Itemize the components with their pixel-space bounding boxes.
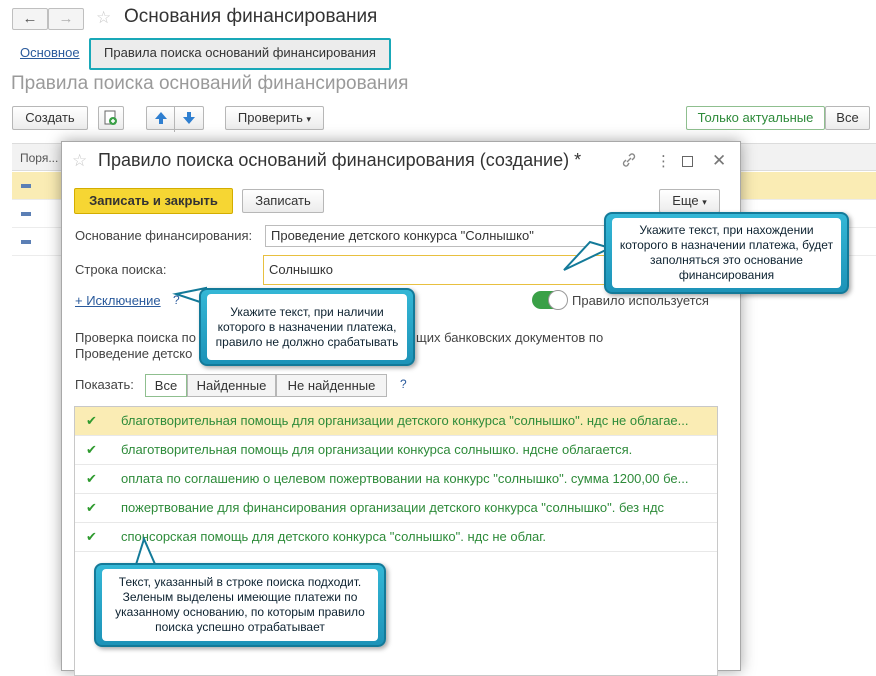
check-description-2: Проведение детско — [75, 346, 193, 361]
dialog-title: Правило поиска оснований финансирования … — [98, 150, 582, 170]
maximize-icon[interactable] — [682, 154, 693, 171]
check-description-1b: щих банковских документов по — [416, 330, 604, 345]
chevron-down-icon: ▾ — [702, 197, 707, 207]
check-icon: ✔ — [86, 471, 97, 486]
check-icon: ✔ — [86, 500, 97, 515]
row-marker-icon — [21, 212, 31, 216]
basis-label: Основание финансирования: — [75, 228, 253, 243]
section-title: Правила поиска оснований финансирования — [11, 73, 409, 94]
filter-found[interactable]: Найденные — [187, 374, 276, 397]
create-button[interactable]: Создать — [12, 106, 88, 130]
row-marker-icon — [21, 240, 31, 244]
check-button[interactable]: Проверить ▾ — [225, 106, 324, 130]
arrow-down-icon — [183, 112, 195, 124]
favorite-star-icon[interactable]: ☆ — [96, 8, 111, 28]
help-icon[interactable]: ? — [400, 377, 407, 391]
search-hint-callout: Укажите текст, при нахождении которого в… — [604, 212, 849, 294]
toggle-knob — [548, 290, 568, 310]
link-icon[interactable] — [621, 152, 637, 172]
arrow-up-icon — [154, 112, 167, 124]
back-button[interactable]: ← — [12, 8, 48, 30]
list-item[interactable]: ✔ благотворительная помощь для организац… — [75, 436, 717, 465]
move-down-button[interactable] — [175, 107, 203, 132]
rule-used-label: Правило используется — [572, 293, 709, 308]
document-add-icon — [104, 110, 117, 125]
save-close-button[interactable]: Записать и закрыть — [74, 188, 233, 214]
move-buttons — [146, 106, 204, 132]
all-toggle[interactable]: Все — [825, 106, 870, 130]
move-up-button[interactable] — [147, 107, 175, 132]
column-order[interactable]: Поря... — [20, 151, 58, 165]
copy-button[interactable] — [98, 106, 124, 130]
show-label: Показать: — [75, 377, 134, 392]
more-button[interactable]: Еще ▾ — [659, 189, 720, 213]
tab-main[interactable]: Основное — [20, 45, 80, 60]
list-item[interactable]: ✔ спонсорская помощь для детского конкур… — [75, 523, 717, 552]
row-marker-icon — [21, 184, 31, 188]
exclusion-hint-callout: Укажите текст, при наличии которого в на… — [199, 288, 415, 366]
basis-field[interactable]: Проведение детского конкурса "Солнышко" — [265, 225, 605, 247]
favorite-star-icon[interactable]: ☆ — [72, 151, 87, 171]
chevron-down-icon: ▾ — [306, 114, 312, 124]
more-vertical-icon[interactable]: ⋮ — [656, 152, 671, 170]
add-exclusion-link[interactable]: + Исключение — [75, 293, 161, 308]
page-title: Основания финансирования — [124, 6, 378, 27]
tab-search-rules[interactable]: Правила поиска оснований финансирования — [89, 38, 391, 70]
check-icon: ✔ — [86, 442, 97, 457]
close-icon[interactable]: ✕ — [712, 151, 726, 171]
result-hint-callout: Текст, указанный в строке поиска подходи… — [94, 563, 386, 647]
filter-not-found[interactable]: Не найденные — [276, 374, 387, 397]
list-item[interactable]: ✔ оплата по соглашению о целевом пожертв… — [75, 465, 717, 494]
list-item[interactable]: ✔ пожертвование для финансирования орган… — [75, 494, 717, 523]
search-label: Строка поиска: — [75, 262, 167, 277]
list-item[interactable]: ✔ благотворительная помощь для организац… — [75, 407, 717, 436]
filter-all[interactable]: Все — [145, 374, 187, 397]
check-description-1: Проверка поиска по — [75, 330, 196, 345]
forward-button[interactable]: → — [48, 8, 84, 30]
check-icon: ✔ — [86, 413, 97, 428]
rule-used-toggle[interactable] — [532, 290, 568, 310]
only-actual-toggle[interactable]: Только актуальные — [686, 106, 825, 130]
save-button[interactable]: Записать — [242, 189, 324, 213]
check-icon: ✔ — [86, 529, 97, 544]
